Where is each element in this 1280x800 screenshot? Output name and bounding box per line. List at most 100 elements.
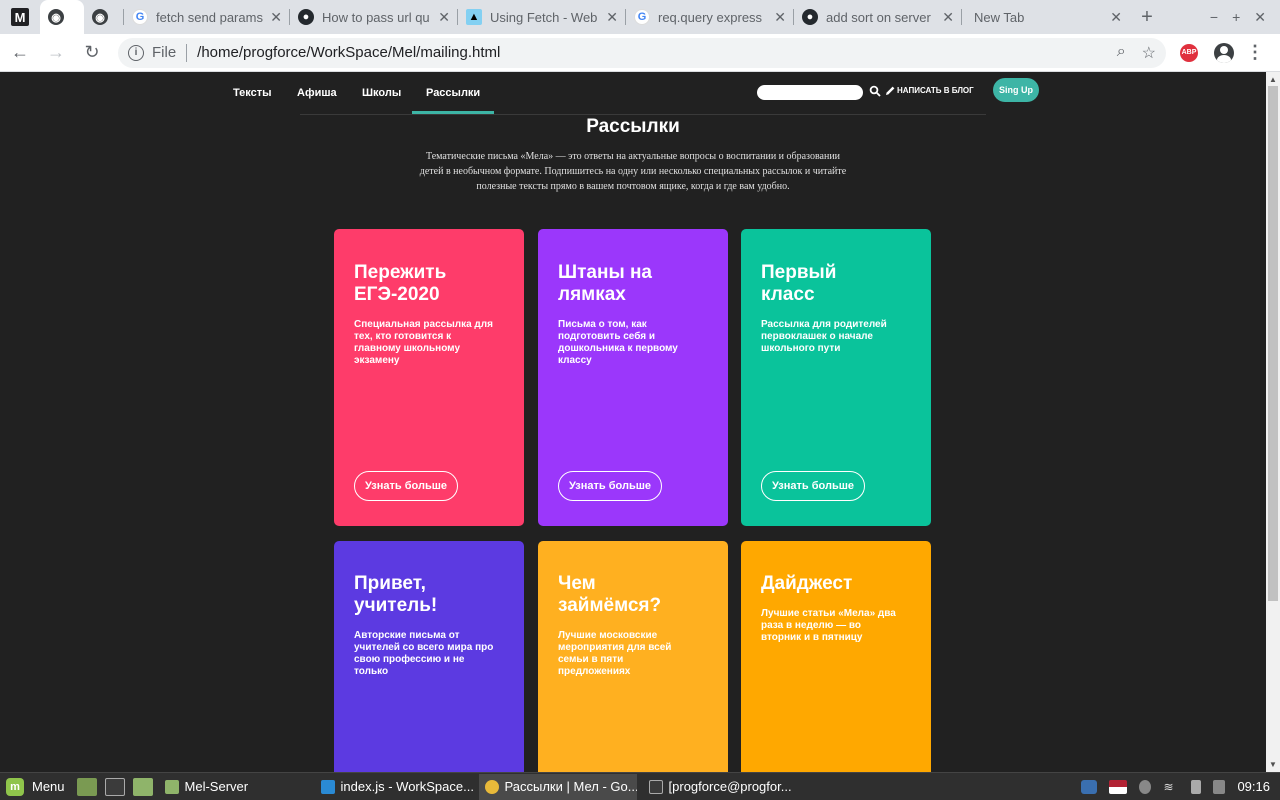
globe-icon: ◉ bbox=[48, 9, 64, 25]
show-desktop-icon[interactable] bbox=[76, 777, 97, 796]
page-title: Рассылки bbox=[586, 116, 680, 137]
learn-more-button[interactable]: Узнать больше bbox=[558, 471, 662, 501]
task-label: Mel-Server bbox=[184, 779, 249, 794]
shield-icon[interactable] bbox=[1081, 779, 1098, 794]
scrollbar-thumb[interactable] bbox=[1268, 86, 1278, 601]
nav-link-afisha[interactable]: Афиша bbox=[297, 72, 337, 114]
star-icon[interactable]: ☆ bbox=[1142, 43, 1156, 63]
card-description: Рассылка для родителей первоклашек о нач… bbox=[761, 319, 887, 354]
tab-req-query-express[interactable]: G req.query express ✕ bbox=[626, 0, 794, 34]
close-icon[interactable]: ✕ bbox=[1110, 9, 1122, 26]
newsletter-card[interactable]: Привет, учитель! Авторские письма от учи… bbox=[334, 541, 524, 772]
app-logo-icon[interactable]: M bbox=[0, 0, 40, 34]
newsletter-card[interactable]: Штаны на лямках Письма о том, как подгот… bbox=[538, 229, 728, 526]
newsletter-card[interactable]: Пережить ЕГЭ-2020 Специальная рассылка д… bbox=[334, 229, 524, 526]
tab-github-pass-url[interactable]: ● How to pass url qu ✕ bbox=[290, 0, 458, 34]
url-scheme: File bbox=[152, 44, 177, 61]
terminal-icon[interactable] bbox=[104, 777, 125, 796]
browser-menu-icon[interactable]: ⋮ bbox=[1246, 42, 1264, 63]
nav-link-schools[interactable]: Школы bbox=[362, 72, 401, 114]
tab-add-sort-on-server[interactable]: ● add sort on server ✕ bbox=[794, 0, 962, 34]
signup-button[interactable]: Sing Up bbox=[993, 78, 1039, 102]
card-description: Авторские письма от учителей со всего ми… bbox=[354, 630, 494, 677]
tab-globe[interactable]: ◉ bbox=[84, 0, 124, 34]
address-bar[interactable]: i File /home/progforce/WorkSpace/Mel/mai… bbox=[118, 37, 1166, 68]
nav-link-mailings[interactable]: Рассылки bbox=[411, 72, 495, 114]
card-title: Первый класс bbox=[761, 262, 837, 305]
tab-using-fetch[interactable]: ▲ Using Fetch - Web ✕ bbox=[458, 0, 626, 34]
card-description: Лучшие статьи «Мела» два раза в неделю —… bbox=[761, 608, 896, 643]
mint-logo-icon[interactable]: m bbox=[6, 777, 24, 796]
page-scrollbar[interactable]: ▲ ▼ bbox=[1266, 72, 1280, 772]
newsletter-card[interactable]: Первый класс Рассылка для родителей перв… bbox=[741, 229, 931, 526]
tab-title: How to pass url qu bbox=[322, 9, 430, 25]
battery-icon[interactable] bbox=[1191, 779, 1202, 794]
newsletter-card[interactable]: Дайджест Лучшие статьи «Мела» два раза в… bbox=[741, 541, 931, 772]
close-icon[interactable]: ✕ bbox=[438, 9, 450, 26]
card-title: Привет, учитель! bbox=[354, 573, 438, 616]
nav-divider bbox=[300, 114, 986, 115]
card-description: Письма о том, как подготовить себя и дош… bbox=[558, 319, 678, 366]
window-controls: − + ✕ bbox=[1210, 0, 1280, 34]
task-label: Рассылки | Мел - Go... bbox=[504, 779, 637, 794]
tab-fetch-send-params[interactable]: G fetch send params ✕ bbox=[124, 0, 290, 34]
card-description: Специальная рассылка для тех, кто готови… bbox=[354, 319, 493, 366]
close-icon[interactable]: ✕ bbox=[606, 9, 618, 26]
folder-icon bbox=[164, 779, 179, 794]
tab-new-tab[interactable]: New Tab ✕ bbox=[962, 0, 1130, 34]
tab-title: fetch send params bbox=[156, 9, 263, 25]
page-description: Тематические письма «Мела» — это ответы … bbox=[419, 151, 847, 192]
tab-active[interactable]: ◉ bbox=[40, 0, 84, 34]
close-icon[interactable]: ✕ bbox=[774, 9, 786, 26]
info-icon[interactable]: i bbox=[128, 44, 144, 61]
adblock-icon[interactable]: ABP bbox=[1180, 43, 1198, 62]
github-icon: ● bbox=[298, 9, 314, 25]
maximize-icon[interactable]: + bbox=[1232, 9, 1240, 25]
globe-icon: ◉ bbox=[92, 9, 108, 25]
zoom-icon[interactable]: ⌕ bbox=[1117, 43, 1126, 63]
minimize-icon[interactable]: − bbox=[1210, 9, 1218, 25]
card-title: Дайджест bbox=[761, 573, 853, 594]
taskbar-item-vscode[interactable]: index.js - WorkSpace... bbox=[315, 774, 473, 800]
learn-more-button[interactable]: Узнать больше bbox=[761, 471, 865, 501]
taskbar-item-terminal[interactable]: [progforce@progfor... bbox=[643, 774, 793, 800]
url-text[interactable]: /home/progforce/WorkSpace/Mel/mailing.ht… bbox=[197, 44, 500, 61]
os-taskbar: m Menu Mel-Server index.js - WorkSpace..… bbox=[0, 772, 1280, 800]
chrome-icon bbox=[484, 779, 499, 794]
forward-arrow-icon[interactable]: → bbox=[40, 37, 72, 69]
close-icon[interactable]: ✕ bbox=[942, 9, 954, 26]
google-icon: G bbox=[132, 9, 148, 25]
scroll-down-icon[interactable]: ▼ bbox=[1269, 760, 1277, 769]
user-icon[interactable] bbox=[1139, 779, 1152, 794]
nav-link-texts[interactable]: Тексты bbox=[233, 72, 272, 114]
web-page: Тексты Афиша Школы Рассылки НАПИСАТЬ В Б… bbox=[0, 72, 1266, 772]
taskbar-item-mel-server[interactable]: Mel-Server bbox=[159, 774, 309, 800]
search-input[interactable] bbox=[757, 85, 863, 100]
back-arrow-icon[interactable]: ← bbox=[4, 37, 36, 69]
new-tab-button[interactable]: + bbox=[1130, 0, 1164, 34]
reload-icon[interactable]: ↻ bbox=[76, 37, 108, 69]
task-label: [progforce@progfor... bbox=[668, 779, 792, 794]
close-icon[interactable]: ✕ bbox=[270, 9, 282, 26]
folder-icon[interactable] bbox=[132, 777, 153, 796]
us-flag-icon[interactable] bbox=[1109, 779, 1128, 794]
write-blog-link[interactable]: НАПИСАТЬ В БЛОГ bbox=[897, 85, 974, 97]
tab-title: add sort on server bbox=[826, 9, 931, 25]
scroll-up-icon[interactable]: ▲ bbox=[1269, 75, 1277, 84]
search-icon[interactable] bbox=[869, 85, 881, 97]
start-menu-label[interactable]: Menu bbox=[32, 779, 65, 794]
clock[interactable]: 09:16 bbox=[1237, 779, 1270, 794]
terminal-icon bbox=[648, 779, 663, 794]
profile-avatar-icon[interactable] bbox=[1214, 42, 1234, 63]
vscode-icon bbox=[320, 779, 335, 794]
card-title: Штаны на лямках bbox=[558, 262, 652, 305]
card-description: Лучшие московские мероприятия для всей с… bbox=[558, 630, 672, 677]
system-tray: ≋ 09:16 bbox=[1081, 779, 1280, 794]
volume-icon[interactable] bbox=[1213, 779, 1226, 794]
close-window-icon[interactable]: ✕ bbox=[1254, 9, 1266, 26]
taskbar-item-chrome[interactable]: Рассылки | Мел - Go... bbox=[478, 773, 637, 800]
card-title: Чем займёмся? bbox=[558, 573, 662, 616]
wifi-icon[interactable]: ≋ bbox=[1163, 780, 1179, 794]
newsletter-card[interactable]: Чем займёмся? Лучшие московские мероприя… bbox=[538, 541, 728, 772]
learn-more-button[interactable]: Узнать больше bbox=[354, 471, 458, 501]
